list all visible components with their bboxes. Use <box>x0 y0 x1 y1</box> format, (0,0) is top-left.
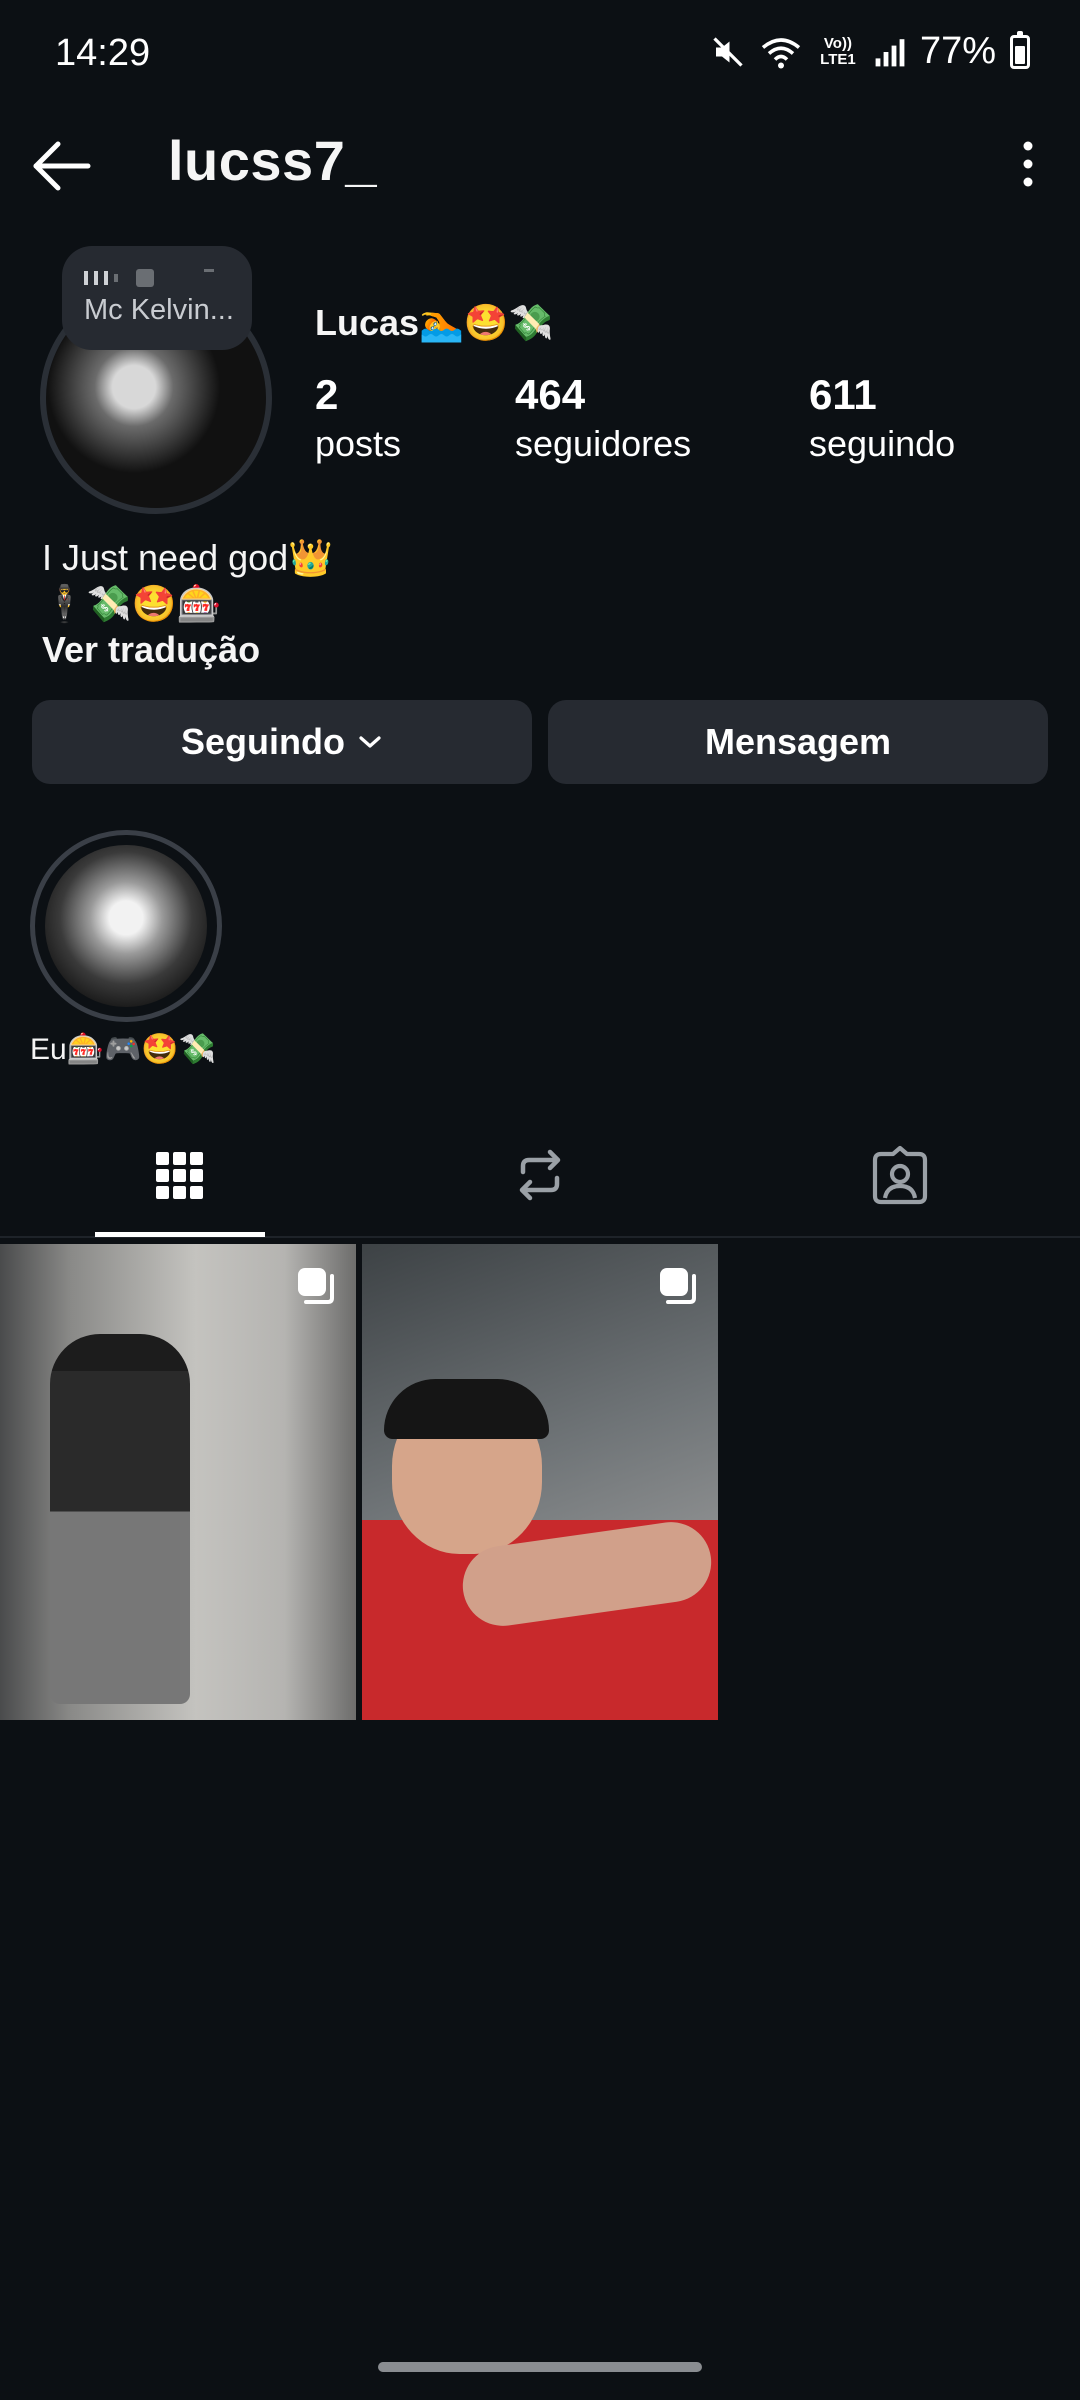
see-translation-link[interactable]: Ver tradução <box>42 628 333 672</box>
posts-count: 2 <box>315 371 339 418</box>
volte-label: Vo)) LTE1 <box>820 34 856 68</box>
bio-line-1: I Just need god👑 <box>42 537 334 578</box>
post-thumbnail[interactable] <box>0 1244 356 1720</box>
followers-count: 464 <box>515 371 586 418</box>
following-button-label: Seguindo <box>181 721 345 762</box>
music-bars-icon <box>84 268 234 288</box>
following-count: 611 <box>809 371 877 418</box>
wifi-icon <box>761 37 801 68</box>
stat-followers[interactable]: 464 seguidores <box>515 370 809 468</box>
note-song-title: Mc Kelvin... <box>84 294 234 326</box>
post-photo-cap <box>384 1379 549 1439</box>
profile-bio: I Just need god👑 🕴️💸🤩🎰 Ver tradução <box>42 536 333 672</box>
stat-posts[interactable]: 2 posts <box>315 370 515 468</box>
music-note-bubble[interactable]: Mc Kelvin... <box>62 246 252 350</box>
status-time: 14:29 <box>55 32 151 74</box>
chevron-down-icon <box>359 736 381 748</box>
profile-screen: 14:29 Vo)) LTE1 77% lucss7_ Mc Kelvin...… <box>0 0 1080 2400</box>
profile-stats: 2 posts 464 seguidores 611 seguindo <box>315 370 955 468</box>
profile-tabs <box>0 1120 1080 1238</box>
more-options-icon[interactable] <box>1016 134 1040 194</box>
top-bar: lucss7_ <box>0 120 1080 210</box>
following-button[interactable]: Seguindo <box>32 700 532 784</box>
post-photo-subject <box>50 1334 190 1704</box>
stat-following[interactable]: 611 seguindo <box>809 370 955 468</box>
reels-repost-icon[interactable] <box>505 1140 575 1210</box>
status-icons: Vo)) LTE1 77% <box>710 30 1030 73</box>
highlight-label: Eu🎰🎮🤩💸 <box>30 1033 217 1066</box>
followers-label: seguidores <box>515 423 692 464</box>
status-bar: 14:29 Vo)) LTE1 77% <box>0 0 1080 110</box>
highlight-cover <box>45 845 207 1007</box>
home-gesture-bar[interactable] <box>378 2362 702 2372</box>
following-label: seguindo <box>809 423 956 464</box>
signal-icon <box>875 38 905 66</box>
message-button-label: Mensagem <box>704 721 892 762</box>
back-arrow-icon[interactable] <box>30 136 94 196</box>
profile-full-name: Lucas🏊🤩💸 <box>315 302 554 343</box>
post-thumbnail[interactable] <box>362 1244 718 1720</box>
tagged-icon[interactable] <box>865 1140 935 1210</box>
story-highlight[interactable]: Eu🎰🎮🤩💸 <box>30 830 224 1067</box>
carousel-icon <box>298 1268 334 1304</box>
highlight-ring <box>30 830 222 1022</box>
page-title-username: lucss7_ <box>168 129 377 192</box>
bio-line-2: 🕴️💸🤩🎰 <box>42 583 222 624</box>
active-tab-indicator <box>95 1232 265 1237</box>
mute-icon <box>713 36 743 67</box>
posts-label: posts <box>315 423 402 464</box>
grid-icon[interactable] <box>144 1140 214 1210</box>
battery-icon <box>1010 30 1030 69</box>
battery-percent: 77% <box>919 30 996 72</box>
message-button[interactable]: Mensagem <box>548 700 1048 784</box>
carousel-icon <box>660 1268 696 1304</box>
